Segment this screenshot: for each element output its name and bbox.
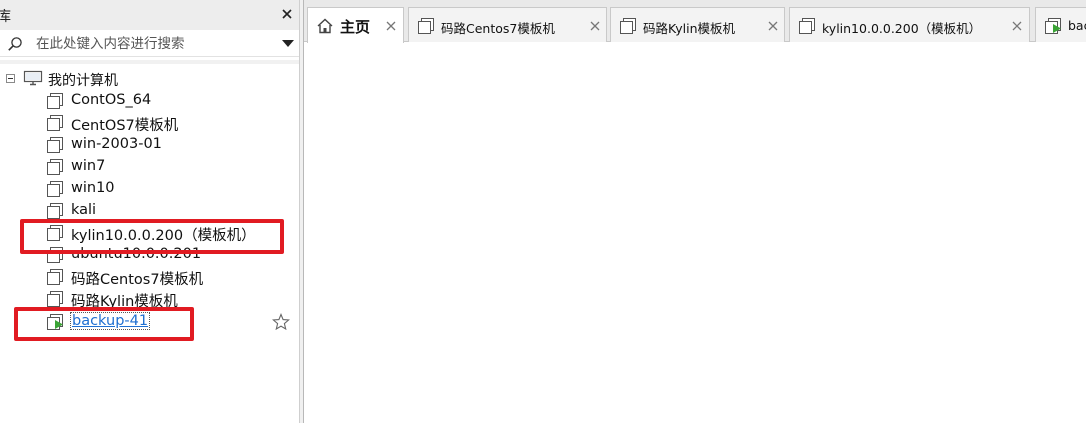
tab-label: 码路Kylin模板机 bbox=[643, 21, 736, 36]
vm-item-malu-kylin-template[interactable]: 码路Kylin模板机 bbox=[0, 288, 299, 310]
vm-label: kali bbox=[71, 202, 97, 218]
tree-root-label: 我的计算机 bbox=[48, 73, 118, 89]
close-icon[interactable] bbox=[278, 5, 296, 23]
home-icon bbox=[317, 18, 333, 34]
vm-item-ubuntu[interactable]: ubuntu10.0.0.201 bbox=[0, 244, 299, 266]
tree-root-my-computer[interactable]: 我的计算机 bbox=[0, 68, 299, 90]
chevron-down-icon[interactable] bbox=[281, 39, 295, 49]
vm-label: ContOS_64 bbox=[71, 92, 152, 108]
vm-icon bbox=[799, 18, 815, 34]
tab-home[interactable]: 主页 bbox=[307, 7, 404, 43]
tab-content-area bbox=[304, 43, 1086, 423]
library-panel: 库 我的计算机 bbox=[0, 0, 299, 423]
vm-item-kylin-template[interactable]: kylin10.0.0.200（模板机） bbox=[0, 222, 299, 244]
vm-item-malu-centos7-template[interactable]: 码路Centos7模板机 bbox=[0, 266, 299, 288]
vm-icon bbox=[620, 18, 636, 34]
tab-backup-41[interactable]: bac bbox=[1035, 7, 1086, 42]
vm-icon bbox=[47, 181, 63, 197]
vm-icon bbox=[47, 203, 63, 219]
vm-icon bbox=[47, 247, 63, 263]
vm-item-win7[interactable]: win7 bbox=[0, 156, 299, 178]
tab-malu-kylin[interactable]: 码路Kylin模板机 bbox=[610, 7, 785, 42]
vm-icon bbox=[47, 137, 63, 153]
vm-label: win-2003-01 bbox=[71, 136, 162, 152]
close-icon[interactable] bbox=[384, 19, 398, 33]
tab-malu-centos7[interactable]: 码路Centos7模板机 bbox=[408, 7, 607, 42]
vm-label: backup-41 bbox=[70, 312, 151, 330]
library-tree: 我的计算机 ContOS_64 CentOS7模板机 win-2003-01 w… bbox=[0, 68, 299, 418]
vm-icon bbox=[418, 18, 434, 34]
vm-item-win-2003-01[interactable]: win-2003-01 bbox=[0, 134, 299, 156]
tab-label: 码路Centos7模板机 bbox=[441, 21, 555, 36]
tab-label: 主页 bbox=[340, 18, 371, 36]
vm-item-contos-64[interactable]: ContOS_64 bbox=[0, 90, 299, 112]
tab-kylin-200[interactable]: kylin10.0.0.200（模板机） bbox=[789, 7, 1030, 42]
running-vm-icon bbox=[47, 314, 63, 330]
close-icon[interactable] bbox=[766, 19, 780, 33]
tab-label: kylin10.0.0.200（模板机） bbox=[822, 21, 982, 36]
vm-label: 码路Centos7模板机 bbox=[71, 272, 204, 288]
close-icon[interactable] bbox=[588, 19, 602, 33]
running-vm-icon bbox=[1045, 18, 1061, 34]
vm-item-backup-41[interactable]: backup-41 bbox=[0, 311, 299, 333]
library-title: 库 bbox=[0, 9, 11, 25]
vm-item-centos7-template[interactable]: CentOS7模板机 bbox=[0, 112, 299, 134]
vm-label: 码路Kylin模板机 bbox=[71, 294, 178, 310]
vm-icon bbox=[47, 93, 63, 109]
vm-icon bbox=[47, 159, 63, 175]
vm-icon bbox=[47, 225, 63, 241]
collapse-toggle[interactable] bbox=[6, 74, 15, 83]
library-header: 库 bbox=[0, 0, 299, 30]
vm-label: kylin10.0.0.200（模板机） bbox=[71, 228, 256, 244]
vmware-workstation-window: 库 我的计算机 bbox=[0, 0, 1086, 423]
tab-bar: 主页 码路Centos7模板机 码路Kylin模板机 kylin10.0.0.2… bbox=[304, 0, 1086, 43]
vm-label: ubuntu10.0.0.201 bbox=[71, 246, 202, 262]
vm-item-win10[interactable]: win10 bbox=[0, 178, 299, 200]
search-input[interactable] bbox=[36, 34, 272, 54]
vm-item-kali[interactable]: kali bbox=[0, 200, 299, 222]
vm-icon bbox=[47, 269, 63, 285]
vm-icon bbox=[47, 115, 63, 131]
vm-label: CentOS7模板机 bbox=[71, 118, 179, 134]
library-search bbox=[0, 31, 299, 57]
divider bbox=[0, 60, 299, 64]
tab-label: bac bbox=[1068, 18, 1086, 33]
vm-label: win10 bbox=[71, 180, 115, 196]
star-icon[interactable] bbox=[272, 313, 290, 331]
computer-icon bbox=[23, 70, 43, 86]
vm-icon bbox=[47, 291, 63, 307]
vm-label: win7 bbox=[71, 158, 106, 174]
close-icon[interactable] bbox=[1010, 19, 1024, 33]
search-icon bbox=[8, 37, 22, 51]
